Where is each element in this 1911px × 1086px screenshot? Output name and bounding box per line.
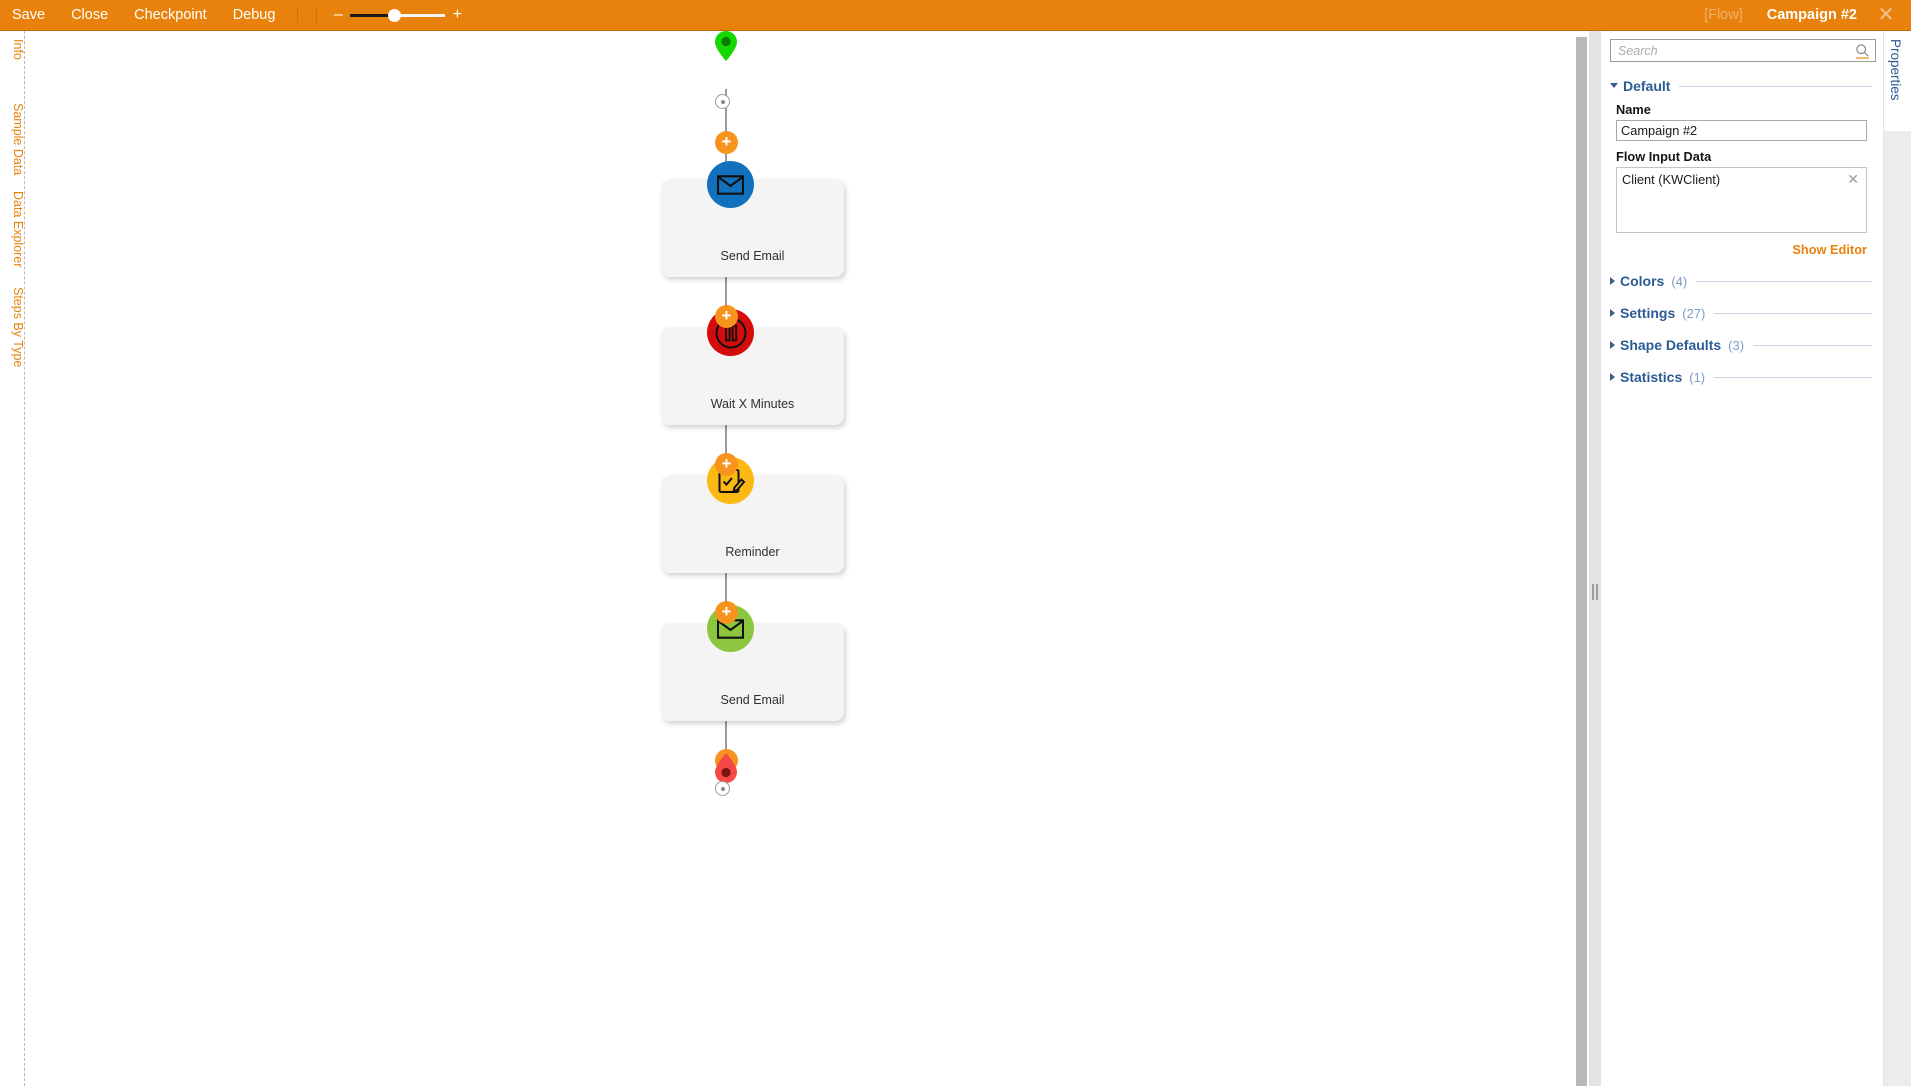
splitter-grip-icon[interactable]: [1592, 584, 1598, 600]
toolbar-divider-1: [297, 7, 299, 23]
section-statistics-title: Statistics: [1620, 369, 1683, 385]
chevron-down-icon: [1610, 82, 1618, 88]
section-shape-defaults-title: Shape Defaults: [1620, 337, 1722, 353]
flow-end-pin[interactable]: [715, 753, 737, 783]
section-rule: [1696, 280, 1872, 282]
toolbar-right-group: [Flow] Campaign #2 ✕: [1692, 0, 1911, 30]
close-menu-button[interactable]: Close: [58, 0, 121, 30]
section-settings-count: (27): [1682, 305, 1706, 321]
search-input[interactable]: [1616, 41, 1846, 60]
flow-step-label: Send Email: [720, 693, 785, 707]
right-tab-rail: Properties: [1883, 31, 1911, 1086]
section-default-title: Default: [1623, 78, 1671, 94]
left-tab-rail: Info Sample Data Data Explorer Steps By …: [0, 31, 25, 1086]
section-statistics-count: (1): [1689, 369, 1706, 385]
show-editor-link[interactable]: Show Editor: [1616, 242, 1867, 257]
section-rule: [1714, 312, 1872, 314]
end-anchor-dot: [715, 781, 730, 796]
search-icon[interactable]: [1855, 43, 1870, 59]
name-field-label: Name: [1616, 102, 1651, 117]
section-default-header[interactable]: Default: [1610, 78, 1874, 94]
checkpoint-button[interactable]: Checkpoint: [121, 0, 220, 30]
panel-splitter[interactable]: [1589, 31, 1601, 1086]
zoom-slider[interactable]: – +: [330, 0, 465, 30]
envelope-icon[interactable]: [707, 161, 754, 208]
section-colors-title: Colors: [1620, 273, 1665, 289]
close-icon[interactable]: ✕: [1869, 0, 1903, 30]
chevron-right-icon: [1610, 309, 1615, 317]
remove-icon[interactable]: ✕: [1847, 171, 1859, 188]
section-statistics-header[interactable]: Statistics (1): [1610, 369, 1874, 385]
flow-input-data-item-label: Client (KWClient): [1622, 172, 1721, 187]
section-rule: [1714, 376, 1872, 378]
add-step-button-3[interactable]: +: [715, 453, 738, 476]
chevron-right-icon: [1610, 277, 1615, 285]
section-colors-count: (4): [1671, 273, 1688, 289]
add-step-button-2[interactable]: +: [715, 305, 738, 328]
section-rule: [1753, 344, 1872, 346]
flow-canvas[interactable]: + Send Email + Wait X Minutes + Reminder…: [26, 31, 1589, 1086]
section-settings-header[interactable]: Settings (27): [1610, 305, 1874, 321]
name-input[interactable]: [1616, 120, 1867, 141]
chevron-right-icon: [1610, 341, 1615, 349]
add-step-button-4[interactable]: +: [715, 601, 738, 624]
chevron-right-icon: [1610, 373, 1615, 381]
document-title: Campaign #2: [1766, 7, 1857, 23]
zoom-in-icon[interactable]: +: [449, 0, 465, 30]
section-rule: [1679, 85, 1872, 87]
right-rail-background: [1884, 131, 1911, 1086]
flow-step-label: Send Email: [720, 249, 785, 263]
section-shape-defaults-header[interactable]: Shape Defaults (3): [1610, 337, 1874, 353]
tab-properties[interactable]: Properties: [1888, 39, 1903, 101]
start-anchor-dot: [715, 94, 730, 109]
section-colors-header[interactable]: Colors (4): [1610, 273, 1874, 289]
properties-panel: Default Name Flow Input Data Client (KWC…: [1601, 31, 1883, 1086]
sidebar-tab-steps-by-type[interactable]: Steps By Type: [0, 287, 25, 367]
search-box[interactable]: [1610, 39, 1876, 62]
flow-input-data-label: Flow Input Data: [1616, 149, 1712, 164]
sidebar-tab-data-explorer[interactable]: Data Explorer: [0, 191, 25, 267]
flow-type-label: [Flow]: [1704, 7, 1743, 23]
flow-start-pin[interactable]: [715, 31, 737, 61]
add-step-button-1[interactable]: +: [715, 131, 738, 154]
flow-input-data-list[interactable]: Client (KWClient) ✕: [1616, 167, 1867, 233]
toolbar-divider-2: [316, 7, 318, 23]
debug-button[interactable]: Debug: [220, 0, 289, 30]
section-settings-title: Settings: [1620, 305, 1676, 321]
zoom-out-icon[interactable]: –: [330, 0, 346, 30]
zoom-slider-knob[interactable]: [388, 8, 402, 22]
section-shape-defaults-count: (3): [1728, 337, 1745, 353]
canvas-scrollbar-thumb[interactable]: [1576, 37, 1587, 1086]
sidebar-tab-info[interactable]: Info: [0, 39, 25, 60]
flow-step-label: Wait X Minutes: [710, 397, 795, 411]
canvas-vertical-scrollbar[interactable]: [1574, 31, 1589, 1086]
list-item[interactable]: Client (KWClient) ✕: [1617, 168, 1866, 188]
zoom-slider-track[interactable]: [350, 8, 446, 22]
top-toolbar: Save Close Checkpoint Debug – + [Flow] C…: [0, 0, 1911, 31]
save-button[interactable]: Save: [0, 0, 58, 30]
flow-step-label: Reminder: [725, 545, 780, 559]
sidebar-tab-sample-data[interactable]: Sample Data: [0, 103, 25, 175]
